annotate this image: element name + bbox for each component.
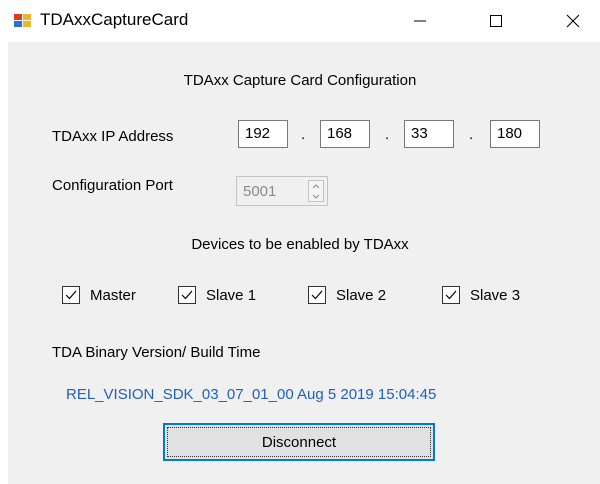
checkbox-box — [308, 286, 326, 304]
ip-separator: . — [301, 126, 306, 143]
close-icon — [566, 14, 580, 28]
config-port-value: 5001 — [243, 183, 277, 200]
close-button[interactable] — [546, 0, 600, 42]
app-window: TDAxxCaptureCard TDAxx Capture Card Conf… — [0, 0, 600, 484]
client-area: TDAxx Capture Card Configuration TDAxx I… — [8, 42, 600, 484]
binary-version-value: REL_VISION_SDK_03_07_01_00 Aug 5 2019 15… — [66, 386, 437, 403]
focus-rectangle — [167, 427, 431, 457]
config-port-stepper[interactable]: 5001 — [236, 176, 328, 206]
config-port-label: Configuration Port — [52, 177, 173, 194]
disconnect-button[interactable]: Disconnect — [163, 423, 435, 461]
ip-octet-1-input[interactable] — [238, 120, 288, 148]
stepper-buttons — [308, 180, 324, 202]
checkmark-icon — [181, 290, 193, 300]
master-checkbox[interactable]: Master — [62, 286, 136, 304]
chevron-up-icon — [312, 183, 320, 188]
minimize-button[interactable] — [392, 0, 448, 42]
window-title: TDAxxCaptureCard — [40, 10, 189, 29]
checkbox-label: Master — [90, 286, 136, 304]
maximize-button[interactable] — [468, 0, 524, 42]
slave-2-checkbox[interactable]: Slave 2 — [308, 286, 386, 304]
checkmark-icon — [65, 290, 77, 300]
checkmark-icon — [311, 290, 323, 300]
ip-octet-3-input[interactable] — [404, 120, 454, 148]
devices-label: Devices to be enabled by TDAxx — [191, 236, 409, 253]
checkbox-box — [178, 286, 196, 304]
slave-1-checkbox[interactable]: Slave 1 — [178, 286, 256, 304]
slave-3-checkbox[interactable]: Slave 3 — [442, 286, 520, 304]
checkbox-box — [442, 286, 460, 304]
checkmark-icon — [445, 290, 457, 300]
app-icon — [14, 12, 32, 28]
ip-separator: . — [385, 126, 390, 143]
minimize-icon — [414, 20, 426, 22]
checkbox-label: Slave 2 — [336, 286, 387, 304]
config-title: TDAxx Capture Card Configuration — [183, 72, 417, 89]
checkbox-box — [62, 286, 80, 304]
ip-separator: . — [469, 126, 474, 143]
checkbox-label: Slave 3 — [470, 286, 521, 304]
title-bar[interactable]: TDAxxCaptureCard — [0, 0, 600, 42]
checkbox-label: Slave 1 — [206, 286, 257, 304]
chevron-down-icon — [312, 194, 320, 199]
ip-octet-2-input[interactable] — [320, 120, 370, 148]
ip-address-label: TDAxx IP Address — [52, 128, 174, 145]
stepper-down-button[interactable] — [309, 191, 323, 201]
ip-octet-4-input[interactable] — [490, 120, 540, 148]
stepper-up-button[interactable] — [309, 181, 323, 191]
binary-version-label: TDA Binary Version/ Build Time — [52, 344, 261, 361]
maximize-icon — [490, 15, 502, 27]
